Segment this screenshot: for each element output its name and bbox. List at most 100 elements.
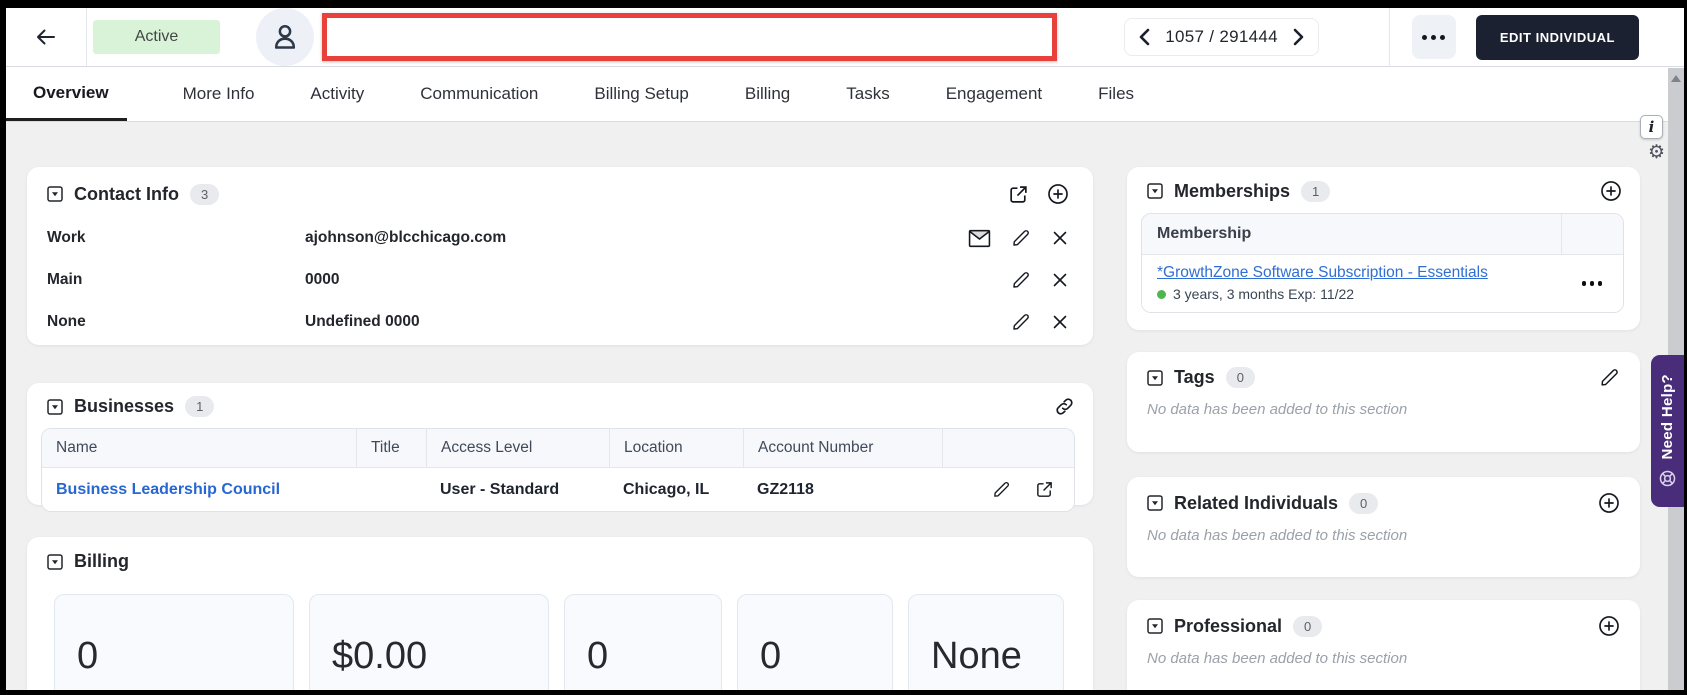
section-title: Tags	[1174, 367, 1215, 387]
remove-contact-button[interactable]	[1051, 229, 1069, 247]
membership-link[interactable]: *GrowthZone Software Subscription - Esse…	[1157, 264, 1488, 281]
name-field-highlight	[322, 13, 1057, 61]
need-help-label: Need Help?	[1659, 374, 1676, 460]
billing-stats: 0 SCHEDULED BILLINGS Next Bill Date: $0.…	[47, 594, 1093, 690]
avatar[interactable]	[256, 8, 314, 66]
tab-billing[interactable]: Billing	[745, 67, 790, 121]
empty-section-text: No data has been added to this section	[1147, 401, 1408, 418]
section-count-badge: 0	[1293, 615, 1323, 637]
side-column: Memberships 1 Membership *GrowthZone Sof…	[1127, 122, 1640, 690]
tab-overview[interactable]: Overview	[6, 67, 127, 121]
collapse-section-icon[interactable]	[1147, 183, 1163, 199]
info-button[interactable]: i	[1640, 115, 1663, 139]
empty-section-text: No data has been added to this section	[1147, 650, 1408, 667]
column-header: Account Number	[743, 429, 942, 467]
next-record-button[interactable]	[1290, 28, 1306, 46]
table-row-location-cell: Chicago, IL	[609, 467, 743, 511]
previous-record-button[interactable]	[1137, 28, 1153, 46]
businesses-card: Businesses 1 Name Title Access Level Loc…	[27, 383, 1093, 512]
column-header: Title	[356, 429, 426, 467]
section-title: Memberships	[1174, 180, 1291, 201]
column-header-actions	[1561, 214, 1623, 254]
contact-label: Main	[47, 271, 83, 288]
add-professional-button[interactable]	[1598, 615, 1620, 637]
status-badge: Active	[93, 20, 220, 54]
tab-engagement[interactable]: Engagement	[946, 67, 1042, 121]
section-title: Businesses	[74, 396, 175, 416]
contact-value: ajohnson@blcchicago.com	[305, 229, 507, 246]
contact-value: Undefined 0000	[305, 313, 420, 330]
edit-contact-button[interactable]	[1011, 312, 1031, 332]
remove-contact-button[interactable]	[1051, 313, 1069, 331]
stat-value: $0.00	[332, 635, 428, 677]
membership-actions-button[interactable]	[1561, 254, 1623, 312]
stat-value: 0	[587, 635, 609, 677]
contact-label: None	[47, 313, 86, 330]
section-title: Related Individuals	[1174, 492, 1339, 513]
screenshot-frame: Active 1057 / 291444 EDIT INDIVIDUAL Ove…	[0, 0, 1687, 695]
stat-value: 0	[77, 635, 99, 677]
stat-balance: $0.00 BALANCE Voluntary: | Credits: $0.0…	[309, 594, 549, 690]
open-business-icon[interactable]	[1035, 480, 1054, 499]
stat-scheduled-billings: 0 SCHEDULED BILLINGS Next Bill Date:	[54, 594, 294, 690]
collapse-section-icon[interactable]	[47, 398, 63, 415]
remove-contact-button[interactable]	[1051, 271, 1069, 289]
chevron-right-icon	[1293, 28, 1304, 46]
stat-billing-notes: 0 BILLING NOTES Last Date:	[564, 594, 722, 690]
tab-more-info[interactable]: More Info	[183, 67, 255, 121]
person-icon	[274, 24, 296, 49]
column-header: Access Level	[426, 429, 609, 467]
more-actions-button[interactable]	[1411, 15, 1456, 59]
stat-value: None	[931, 635, 1022, 677]
table-row-account-cell: GZ2118	[743, 467, 942, 511]
section-title: Professional	[1174, 615, 1283, 636]
back-arrow-icon	[37, 29, 55, 45]
contact-row: Work ajohnson@blcchicago.com	[47, 217, 1069, 259]
table-row-access-cell: User - Standard	[426, 467, 609, 511]
collapse-section-icon[interactable]	[1147, 369, 1163, 386]
life-ring-icon	[1659, 470, 1676, 487]
collapse-section-icon[interactable]	[47, 186, 63, 202]
contact-value: 0000	[305, 271, 340, 288]
edit-individual-button[interactable]: EDIT INDIVIDUAL	[1475, 14, 1639, 60]
collapse-section-icon[interactable]	[1147, 618, 1163, 634]
tab-tasks[interactable]: Tasks	[846, 67, 889, 121]
related-individuals-card: Related Individuals 0 No data has been a…	[1127, 477, 1640, 577]
edit-contact-button[interactable]	[1011, 228, 1031, 248]
membership-status-dot	[1157, 289, 1166, 299]
tab-billing-setup[interactable]: Billing Setup	[594, 67, 689, 121]
edit-tags-button[interactable]	[1599, 367, 1620, 388]
tab-communication[interactable]: Communication	[420, 67, 538, 121]
professional-card: Professional 0 No data has been added to…	[1127, 600, 1640, 690]
link-business-button[interactable]	[1054, 396, 1075, 417]
scrollbar-up-icon[interactable]	[1671, 75, 1681, 82]
ellipsis-icon	[1422, 34, 1428, 40]
add-membership-button[interactable]	[1600, 180, 1622, 202]
add-contact-info-button[interactable]	[1047, 183, 1069, 205]
section-count-badge: 3	[190, 183, 220, 205]
settings-button[interactable]: ⚙	[1648, 143, 1665, 162]
empty-section-text: No data has been added to this section	[1147, 527, 1408, 544]
add-related-individual-button[interactable]	[1598, 492, 1620, 514]
need-help-tab[interactable]: Need Help?	[1651, 355, 1684, 507]
stat-tax-set: None TAX SET Tax Exempt: No	[908, 594, 1064, 690]
edit-business-button[interactable]	[992, 480, 1011, 499]
businesses-table: Name Title Access Level Location Account…	[41, 428, 1075, 512]
tab-files[interactable]: Files	[1098, 67, 1134, 121]
table-row-name-cell: Business Leadership Council	[42, 467, 356, 511]
stat-payment-profiles: 0 PAYMENT PROFI...	[737, 594, 893, 690]
memberships-table: Membership *GrowthZone Software Subscrip…	[1141, 213, 1624, 313]
section-count-badge: 0	[1349, 492, 1379, 514]
ellipsis-icon	[1581, 281, 1587, 286]
collapse-section-icon[interactable]	[1147, 495, 1163, 511]
edit-contact-button[interactable]	[1011, 270, 1031, 290]
tab-activity[interactable]: Activity	[310, 67, 364, 121]
collapse-section-icon[interactable]	[47, 553, 63, 570]
business-link[interactable]: Business Leadership Council	[56, 481, 280, 499]
column-header: Membership	[1142, 214, 1561, 254]
membership-row: *GrowthZone Software Subscription - Esse…	[1142, 254, 1561, 312]
open-external-icon[interactable]	[1008, 184, 1029, 205]
column-header-actions	[942, 429, 1074, 467]
back-button[interactable]	[6, 8, 87, 66]
send-email-button[interactable]	[968, 229, 991, 248]
